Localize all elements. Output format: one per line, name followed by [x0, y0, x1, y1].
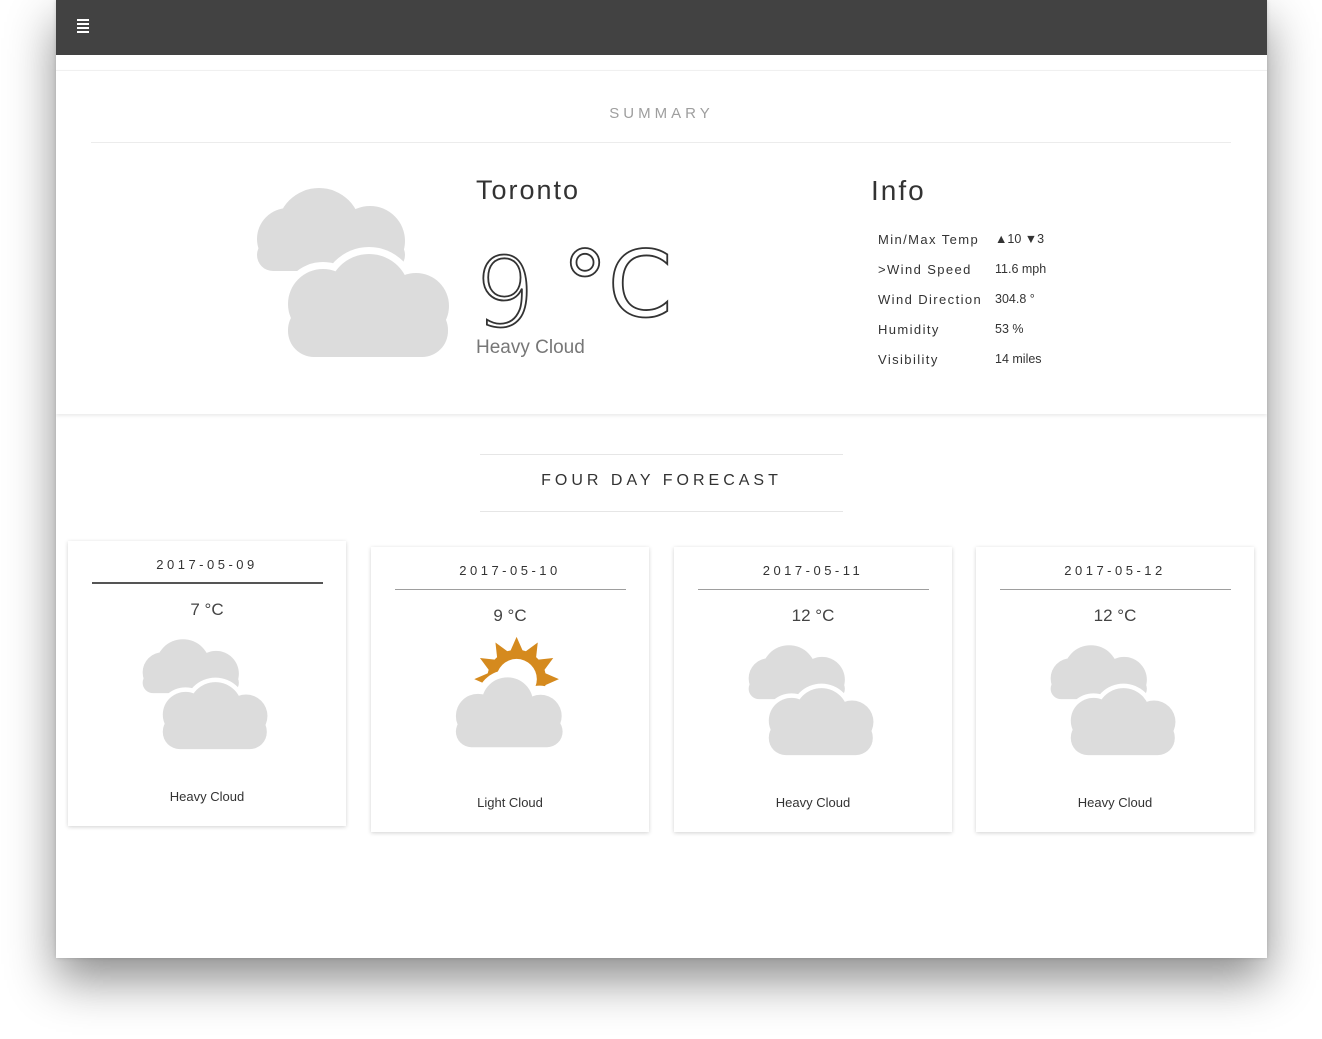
info-value: 14 miles	[995, 352, 1042, 366]
info-label: Wind Direction	[878, 291, 983, 307]
info-label: Humidity	[878, 321, 940, 337]
info-label: >Wind Speed	[878, 261, 972, 277]
info-value: 11.6 mph	[995, 262, 1047, 276]
info-label: Min/Max Temp	[878, 231, 980, 247]
summary-title: SUMMARY	[609, 105, 714, 122]
divider	[698, 589, 929, 590]
hamburger-menu-icon[interactable]	[77, 19, 91, 33]
heavy-cloud-icon	[748, 645, 878, 756]
heavy-cloud-icon	[257, 188, 456, 357]
temperature-display: 9 °C	[473, 230, 673, 350]
info-row-visibility: Visibility 14 miles	[878, 344, 1046, 374]
top-navbar	[56, 0, 1267, 55]
summary-card: SUMMARY Toronto 9 °C Heavy Cloud Info Mi…	[56, 70, 1267, 414]
divider	[92, 582, 323, 584]
info-value: 304.8 °	[995, 292, 1035, 306]
city-name: Toronto	[476, 175, 581, 205]
forecast-temp: 7 °C	[190, 600, 224, 619]
forecast-card[interactable]: 2017-05-12 12 °C Heavy Cloud	[976, 547, 1254, 832]
light-cloud-icon	[450, 636, 570, 750]
info-table: Min/Max Temp ▲10 ▼3 >Wind Speed 11.6 mph…	[878, 224, 1046, 374]
forecast-temp: 12 °C	[1093, 606, 1137, 625]
forecast-condition: Heavy Cloud	[169, 789, 245, 804]
forecast-condition: Heavy Cloud	[775, 795, 851, 810]
info-label: Visibility	[878, 351, 939, 367]
forecast-condition: Light Cloud	[477, 795, 543, 810]
forecast-date: 2017-05-12	[1064, 563, 1166, 578]
forecast-card[interactable]: 2017-05-09 7 °C Heavy Cloud	[68, 541, 346, 826]
forecast-card[interactable]: 2017-05-10 9 °C Light Cloud	[371, 547, 649, 832]
temp-value: 9	[474, 237, 535, 336]
divider	[395, 589, 626, 590]
info-row-humidity: Humidity 53 %	[878, 314, 1046, 344]
current-temperature: 9 °C	[473, 226, 674, 350]
divider	[1000, 589, 1231, 590]
info-row-wind-speed: >Wind Speed 11.6 mph	[878, 254, 1046, 284]
forecast-date: 2017-05-10	[459, 563, 561, 578]
divider	[91, 142, 1231, 143]
info-value: 53 %	[995, 322, 1024, 336]
info-value: ▲10 ▼3	[995, 232, 1045, 246]
forecast-temp: 12 °C	[791, 606, 835, 625]
forecast-condition: Heavy Cloud	[1077, 795, 1153, 810]
temp-unit: °C	[562, 231, 672, 336]
forecast-header: FOUR DAY FORECAST	[480, 454, 843, 512]
forecast-temp: 9 °C	[493, 606, 527, 625]
heavy-cloud-icon	[1050, 645, 1180, 756]
forecast-date: 2017-05-11	[762, 563, 864, 578]
forecast-card[interactable]: 2017-05-11 12 °C Heavy Cloud	[674, 547, 952, 832]
app-window: SUMMARY Toronto 9 °C Heavy Cloud Info Mi…	[56, 0, 1267, 958]
current-condition: Heavy Cloud	[476, 337, 585, 358]
info-row-minmax: Min/Max Temp ▲10 ▼3	[878, 224, 1046, 254]
heavy-cloud-icon	[142, 639, 272, 750]
forecast-date: 2017-05-09	[156, 557, 258, 572]
info-row-wind-direction: Wind Direction 304.8 °	[878, 284, 1046, 314]
info-title: Info	[871, 175, 926, 206]
forecast-title: FOUR DAY FORECAST	[541, 472, 782, 489]
